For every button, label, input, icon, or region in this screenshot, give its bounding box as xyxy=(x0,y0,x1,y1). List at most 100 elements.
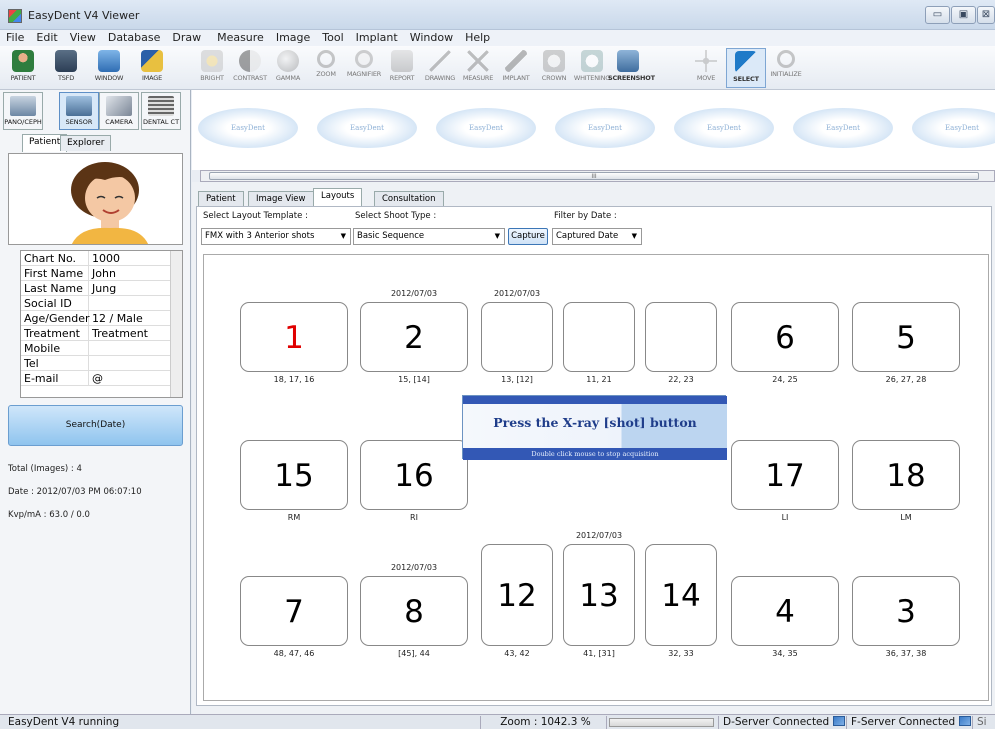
magnifier-tool-button[interactable]: MAGNIFIER xyxy=(344,48,384,88)
shot-slot[interactable]: 1 xyxy=(240,302,348,372)
source-camera-button[interactable]: CAMERA xyxy=(99,92,139,130)
shot-slot[interactable]: 13 xyxy=(563,544,635,646)
whitening-tool-button[interactable]: WHITENING xyxy=(572,48,612,88)
shot-caption: LM xyxy=(900,513,912,522)
capture-button[interactable]: Capture xyxy=(508,228,548,245)
initialize-tool-button[interactable]: INITIALIZE xyxy=(766,48,806,88)
xray-prompt-dialog[interactable]: Press the X-ray [shot] button Double cli… xyxy=(462,395,727,460)
shot-slot[interactable]: 18 xyxy=(852,440,960,510)
thumbnail-slot[interactable]: EasyDent xyxy=(317,108,417,148)
thumbnail-slot[interactable]: EasyDent xyxy=(793,108,893,148)
shot-slot[interactable] xyxy=(481,302,553,372)
shot-slot[interactable]: 3 xyxy=(852,576,960,646)
shot-number: 17 xyxy=(765,458,805,494)
select-tool-button[interactable]: SELECT xyxy=(726,48,766,88)
tab-consultation[interactable]: Consultation xyxy=(374,191,444,206)
source-pano-ceph-button[interactable]: PANO/CEPH xyxy=(3,92,43,130)
menu-measure[interactable]: Measure xyxy=(211,30,270,46)
tab-patient-content[interactable]: Patient xyxy=(198,191,244,206)
shot-slot[interactable]: 5 xyxy=(852,302,960,372)
f-server-text: F-Server Connected xyxy=(851,716,956,728)
tsfd-tool-button[interactable]: TSFD xyxy=(46,48,86,88)
shoot-type-value: Basic Sequence xyxy=(357,231,425,241)
report-tool-button[interactable]: REPORT xyxy=(382,48,422,88)
shoot-type-select[interactable]: Basic Sequence ▼ xyxy=(353,228,505,245)
measure-tool-button[interactable]: MEASURE xyxy=(458,48,498,88)
thumbnail-slot[interactable]: EasyDent xyxy=(198,108,298,148)
tab-explorer[interactable]: Explorer xyxy=(60,135,112,151)
shot-slot[interactable] xyxy=(563,302,635,372)
patient-tool-button[interactable]: PATIENT xyxy=(3,48,43,88)
info-row: Mobile xyxy=(21,341,182,356)
menu-edit[interactable]: Edit xyxy=(30,30,63,46)
pencil-icon xyxy=(429,50,451,72)
dialog-body: Press the X-ray [shot] button xyxy=(463,404,727,448)
menu-bar: File Edit View Database Draw Measure Image Tool… xyxy=(0,30,995,46)
window-tool-button[interactable]: WINDOW xyxy=(89,48,129,88)
shot-caption: 18, 17, 16 xyxy=(273,375,315,384)
minimize-button[interactable]: ▭ xyxy=(925,6,950,24)
shot-slot[interactable]: 15 xyxy=(240,440,348,510)
tab-image-view[interactable]: Image View xyxy=(248,191,314,206)
layout-template-select[interactable]: FMX with 3 Anterior shots ▼ xyxy=(201,228,351,245)
menu-file[interactable]: File xyxy=(0,30,30,46)
tab-layouts[interactable]: Layouts xyxy=(313,188,363,206)
info-row: Social ID xyxy=(21,296,182,311)
source-sensor-button[interactable]: SENSOR xyxy=(59,92,99,130)
menu-database[interactable]: Database xyxy=(102,30,167,46)
implant-tool-button[interactable]: IMPLANT xyxy=(496,48,536,88)
shot-number: 8 xyxy=(404,594,424,630)
menu-view[interactable]: View xyxy=(64,30,102,46)
maximize-button[interactable]: ▣ xyxy=(951,6,976,24)
info-label: E-mail xyxy=(21,371,89,386)
info-value: 1000 xyxy=(92,252,120,265)
source-dental-ct-button[interactable]: DENTAL CT xyxy=(141,92,181,130)
screenshot-tool-button[interactable]: SCREENSHOT xyxy=(608,48,655,88)
shot-slot[interactable]: 7 xyxy=(240,576,348,646)
menu-window[interactable]: Window xyxy=(404,30,459,46)
contrast-icon xyxy=(239,50,261,72)
menu-help[interactable]: Help xyxy=(459,30,496,46)
image-tool-button[interactable]: IMAGE xyxy=(132,48,172,88)
shot-slot[interactable]: 4 xyxy=(731,576,839,646)
info-label: Mobile xyxy=(21,341,89,356)
menu-image[interactable]: Image xyxy=(270,30,316,46)
shot-slot[interactable]: 12 xyxy=(481,544,553,646)
search-date-button[interactable]: Search(Date) xyxy=(8,405,183,446)
menu-implant[interactable]: Implant xyxy=(350,30,404,46)
scrollbar-thumb[interactable]: III xyxy=(209,172,979,180)
crown-tool-button[interactable]: CROWN xyxy=(534,48,574,88)
gamma-tool-button[interactable]: GAMMA xyxy=(268,48,308,88)
pano-ceph-icon xyxy=(10,96,36,116)
thumbnail-slot[interactable]: EasyDent xyxy=(674,108,774,148)
menu-draw[interactable]: Draw xyxy=(166,30,207,46)
drawing-tool-button[interactable]: DRAWING xyxy=(420,48,460,88)
gamma-icon xyxy=(277,50,299,72)
info-scrollbar[interactable] xyxy=(170,251,182,397)
image-icon xyxy=(141,50,163,72)
thumbnail-slot[interactable]: EasyDent xyxy=(436,108,536,148)
bright-tool-button[interactable]: BRIGHT xyxy=(192,48,232,88)
thumbnail-slot[interactable]: EasyDent xyxy=(912,108,995,148)
menu-tool[interactable]: Tool xyxy=(316,30,349,46)
shot-slot[interactable]: 6 xyxy=(731,302,839,372)
info-label: Treatment xyxy=(21,326,89,341)
title-bar: EasyDent V4 Viewer ▭ ▣ ⊠ xyxy=(0,0,995,30)
contrast-tool-button[interactable]: CONTRAST xyxy=(230,48,270,88)
thumbnail-scrollbar[interactable]: III xyxy=(200,170,995,182)
shot-slot[interactable]: 17 xyxy=(731,440,839,510)
info-row: Last Name Jung xyxy=(21,281,182,296)
shot-slot[interactable]: 8 xyxy=(360,576,468,646)
zoom-tool-button[interactable]: ZOOM xyxy=(306,48,346,88)
close-button[interactable]: ⊠ xyxy=(977,6,995,24)
thumbnail-slot[interactable]: EasyDent xyxy=(555,108,655,148)
move-tool-button[interactable]: MOVE xyxy=(686,48,726,88)
date-filter-label: Filter by Date : xyxy=(554,211,617,221)
shot-slot[interactable]: 2 xyxy=(360,302,468,372)
shot-slot[interactable]: 14 xyxy=(645,544,717,646)
shot-slot[interactable]: 16 xyxy=(360,440,468,510)
shot-slot[interactable] xyxy=(645,302,717,372)
date-filter-select[interactable]: Captured Date ▼ xyxy=(552,228,642,245)
xray-prompt-hint: Double click mouse to stop acquisition xyxy=(463,448,727,460)
progress-bar xyxy=(609,718,714,727)
